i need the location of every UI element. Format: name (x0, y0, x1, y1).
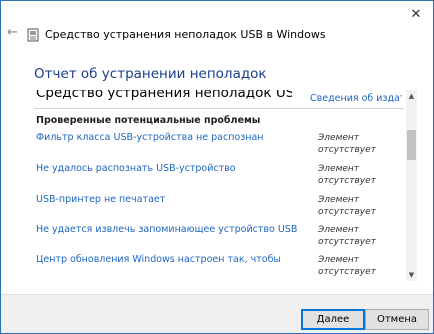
issue-link[interactable]: Центр обновления Windows настроен так, ч… (36, 254, 306, 265)
issue-link[interactable]: Не удалось распознать USB-устройство (36, 163, 306, 174)
report-panel: Средство устранения неполадок USB в Wind… (34, 90, 417, 281)
scroll-up-icon[interactable]: ▲ (406, 90, 417, 102)
window-title: Средство устранения неполадок USB в Wind… (45, 28, 326, 41)
issue-link[interactable]: Не удается извлечь запоминающее устройст… (36, 224, 306, 235)
issue-row: Не удается извлечь запоминающее устройст… (34, 224, 404, 254)
back-arrow-icon[interactable]: ← (7, 26, 21, 40)
scroll-down-icon[interactable]: ▼ (406, 269, 417, 281)
issue-status: Элемент отсутствует (318, 164, 376, 186)
publisher-details-link[interactable]: Сведения об издателе (310, 93, 402, 104)
report-header: Средство устранения неполадок USB в Wind… (34, 90, 404, 110)
issue-link[interactable]: USB-принтер не печатает (36, 194, 306, 205)
issue-status: Элемент отсутствует (318, 195, 376, 217)
next-button[interactable]: Далее (301, 309, 365, 330)
cancel-button[interactable]: Отмена (365, 309, 429, 330)
page-title: Отчет об устранении неполадок (34, 66, 267, 82)
issue-status: Элемент отсутствует (318, 255, 376, 277)
troubleshooter-app-icon (27, 28, 39, 42)
vertical-scrollbar[interactable]: ▲ ▼ (406, 90, 417, 281)
close-icon[interactable]: ✕ (405, 4, 427, 26)
footer-bar: Далее Отмена (1, 294, 433, 333)
issue-row: Центр обновления Windows настроен так, ч… (34, 254, 404, 281)
divider (34, 108, 404, 109)
issue-status: Элемент отсутствует (318, 225, 376, 247)
issue-link[interactable]: Фильтр класса USB-устройства не распозна… (36, 132, 306, 143)
issue-row: Фильтр класса USB-устройства не распозна… (34, 132, 404, 162)
section-title: Проверенные потенциальные проблемы (36, 115, 261, 126)
scroll-thumb[interactable] (407, 130, 416, 160)
issue-row: Не удалось распознать USB-устройство Эле… (34, 163, 404, 193)
report-app-name: Средство устранения неполадок USB в Wind… (36, 90, 292, 101)
issue-status: Элемент отсутствует (318, 133, 376, 155)
troubleshooter-window: ✕ ← Средство устранения неполадок USB в … (0, 0, 434, 334)
issue-row: USB-принтер не печатает Элемент отсутств… (34, 194, 404, 224)
